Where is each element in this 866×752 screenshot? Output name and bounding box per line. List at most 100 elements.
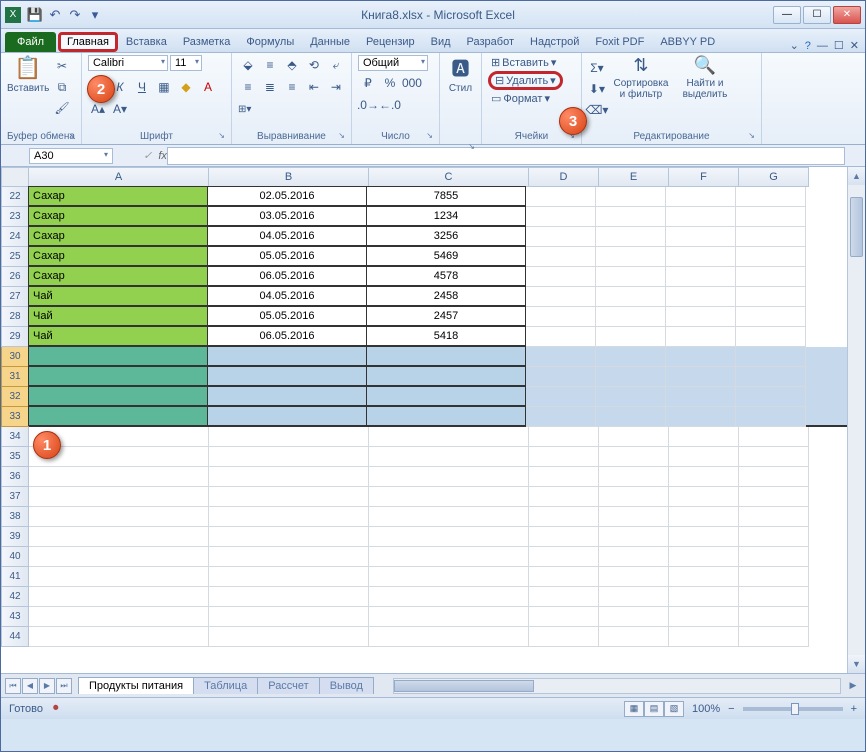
cell[interactable]: 04.05.2016 (207, 226, 367, 246)
cell[interactable]: Чай (28, 326, 208, 346)
cell[interactable] (669, 467, 739, 487)
cell[interactable] (596, 227, 666, 247)
cell[interactable] (209, 627, 369, 647)
cell[interactable] (666, 287, 736, 307)
row-header[interactable]: 35 (1, 447, 29, 467)
cell[interactable] (529, 627, 599, 647)
tab-formulas[interactable]: Формулы (238, 32, 302, 52)
cell[interactable] (526, 187, 596, 207)
sheet-nav-prev-icon[interactable]: ◀ (22, 678, 38, 694)
cell[interactable] (669, 507, 739, 527)
clear-icon[interactable]: ⌫▾ (588, 101, 606, 119)
maximize-button[interactable]: ☐ (803, 6, 831, 24)
number-format-combo[interactable]: Общий (358, 55, 428, 71)
cell[interactable] (736, 247, 806, 267)
row-header[interactable]: 23 (1, 207, 29, 227)
cell[interactable] (596, 327, 666, 347)
cell[interactable] (529, 447, 599, 467)
row-header[interactable]: 37 (1, 487, 29, 507)
sheet-nav-first-icon[interactable]: ⏮ (5, 678, 21, 694)
align-left-icon[interactable]: ≡ (238, 77, 258, 97)
cell[interactable]: Сахар (28, 266, 208, 286)
cell[interactable] (736, 187, 806, 207)
autosum-icon[interactable]: Σ▾ (588, 59, 606, 77)
cell[interactable] (369, 487, 529, 507)
tab-abbyy[interactable]: ABBYY PD (652, 32, 723, 52)
cell[interactable]: 1234 (366, 206, 526, 226)
cell[interactable] (29, 467, 209, 487)
cell[interactable] (739, 467, 809, 487)
cell[interactable] (736, 347, 806, 367)
cell[interactable] (369, 427, 529, 447)
cell[interactable]: 2458 (366, 286, 526, 306)
view-normal-icon[interactable]: ▦ (624, 701, 644, 717)
cell[interactable] (666, 387, 736, 407)
cell[interactable] (526, 367, 596, 387)
zoom-knob[interactable] (791, 703, 799, 715)
cell[interactable]: Чай (28, 286, 208, 306)
hscroll-right-icon[interactable]: ▶ (845, 680, 861, 691)
cell[interactable] (599, 627, 669, 647)
save-icon[interactable]: 💾 (27, 7, 43, 23)
zoom-out-icon[interactable]: − (728, 703, 734, 715)
cell[interactable] (599, 547, 669, 567)
cell[interactable] (529, 547, 599, 567)
help-icon[interactable]: ? (805, 40, 811, 52)
sheet-tab-active[interactable]: Продукты питания (78, 677, 194, 694)
copy-icon[interactable]: ⧉ (53, 78, 71, 96)
cell[interactable] (666, 267, 736, 287)
row-header[interactable]: 33 (1, 407, 29, 427)
cell[interactable] (736, 287, 806, 307)
cut-icon[interactable]: ✂ (53, 57, 71, 75)
tab-home[interactable]: Главная (58, 32, 118, 52)
cell[interactable] (596, 407, 666, 427)
cell[interactable] (369, 467, 529, 487)
cell[interactable] (526, 407, 596, 427)
cell[interactable]: 4578 (366, 266, 526, 286)
col-header-F[interactable]: F (669, 167, 739, 187)
cell[interactable] (369, 607, 529, 627)
doc-close-icon[interactable]: ✕ (850, 39, 859, 52)
tab-addins[interactable]: Надстрой (522, 32, 587, 52)
row-header[interactable]: 40 (1, 547, 29, 567)
cell[interactable] (739, 627, 809, 647)
cell[interactable] (529, 427, 599, 447)
view-pagebreak-icon[interactable]: ▧ (664, 701, 684, 717)
cell[interactable] (366, 346, 526, 366)
tab-review[interactable]: Рецензир (358, 32, 423, 52)
cell[interactable] (526, 347, 596, 367)
row-header[interactable]: 22 (1, 187, 29, 207)
cell[interactable] (209, 547, 369, 567)
cell[interactable] (669, 587, 739, 607)
cell[interactable] (28, 366, 208, 386)
cell[interactable] (207, 346, 367, 366)
cell[interactable] (596, 247, 666, 267)
sheet-nav-last-icon[interactable]: ⏭ (56, 678, 72, 694)
scroll-up-icon[interactable]: ▲ (848, 167, 865, 185)
row-header[interactable]: 36 (1, 467, 29, 487)
cell[interactable] (526, 387, 596, 407)
cell[interactable] (366, 366, 526, 386)
indent-inc-icon[interactable]: ⇥ (326, 77, 346, 97)
cell[interactable] (207, 386, 367, 406)
cell[interactable]: 2457 (366, 306, 526, 326)
cell[interactable] (736, 307, 806, 327)
cell[interactable]: 06.05.2016 (207, 326, 367, 346)
cell[interactable] (739, 567, 809, 587)
zoom-in-icon[interactable]: + (851, 703, 857, 715)
ribbon-minimize-icon[interactable]: ⌄ (790, 39, 799, 52)
scroll-thumb[interactable] (850, 197, 863, 257)
tab-developer[interactable]: Разработ (459, 32, 522, 52)
cell[interactable] (209, 567, 369, 587)
font-size-combo[interactable]: 11 (170, 55, 202, 71)
cell[interactable] (29, 507, 209, 527)
cell[interactable] (596, 187, 666, 207)
cell[interactable] (666, 247, 736, 267)
sheet-nav-next-icon[interactable]: ▶ (39, 678, 55, 694)
cell[interactable] (526, 207, 596, 227)
sheet-tab-1[interactable]: Таблица (193, 677, 258, 694)
cell[interactable] (599, 447, 669, 467)
cell[interactable] (599, 507, 669, 527)
cell[interactable] (599, 427, 669, 447)
cell[interactable] (29, 547, 209, 567)
